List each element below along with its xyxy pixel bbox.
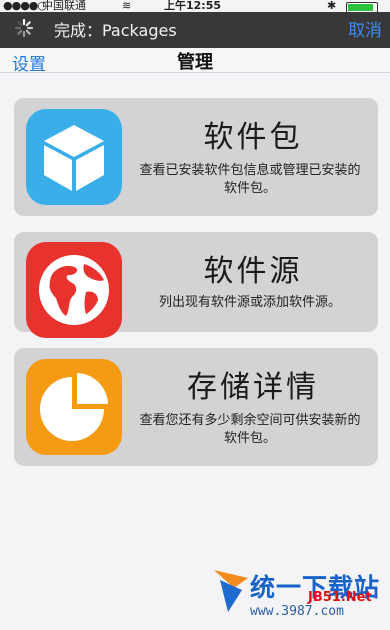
menu-item-description: 列出现有软件源或添加软件源。	[158, 295, 341, 310]
menu-item-sources[interactable]: 软件源 列出现有软件源或添加软件源。	[14, 232, 378, 338]
globe-icon	[26, 242, 122, 338]
watermark-url: www.3987.com	[250, 604, 344, 619]
signal-strength: ●●●●○	[3, 0, 47, 12]
watermark: 统一下载站 www.3987.com JB51.Net	[212, 566, 388, 628]
status-time: 上午12:55	[164, 0, 222, 12]
menu-item-description: 查看已安装软件包信息或管理已安装的软件包。	[139, 163, 361, 196]
bluetooth-icon: ✱	[327, 0, 337, 12]
spinner-icon	[14, 18, 34, 38]
progress-overlay: 完成：Packages 取消	[0, 12, 390, 48]
menu-item-storage[interactable]: 存储详情 查看您还有多少剩余空间可供安装新的软件包。	[14, 348, 378, 466]
menu-item-title: 软件源	[203, 254, 303, 289]
package-icon	[26, 109, 122, 205]
pie-chart-icon	[26, 359, 122, 455]
carrier-name: 中国联通	[42, 0, 86, 12]
cancel-button[interactable]: 取消	[348, 16, 382, 41]
status-bar: ●●●●○ 中国联通 ≋ 上午12:55 ✱	[0, 0, 390, 13]
page-title: 管理	[177, 52, 213, 73]
watermark-logo-icon	[214, 570, 248, 612]
watermark-overlay-url: JB51.Net	[308, 590, 372, 605]
menu-item-packages[interactable]: 软件包 查看已安装软件包信息或管理已安装的软件包。	[14, 98, 378, 216]
wifi-icon: ≋	[122, 0, 132, 12]
progress-status-text: 完成：Packages	[54, 21, 177, 40]
menu-item-title: 软件包	[203, 120, 303, 155]
battery-level	[348, 4, 373, 11]
menu-item-title: 存储详情	[187, 370, 319, 405]
menu-item-description: 查看您还有多少剩余空间可供安装新的软件包。	[139, 413, 361, 446]
